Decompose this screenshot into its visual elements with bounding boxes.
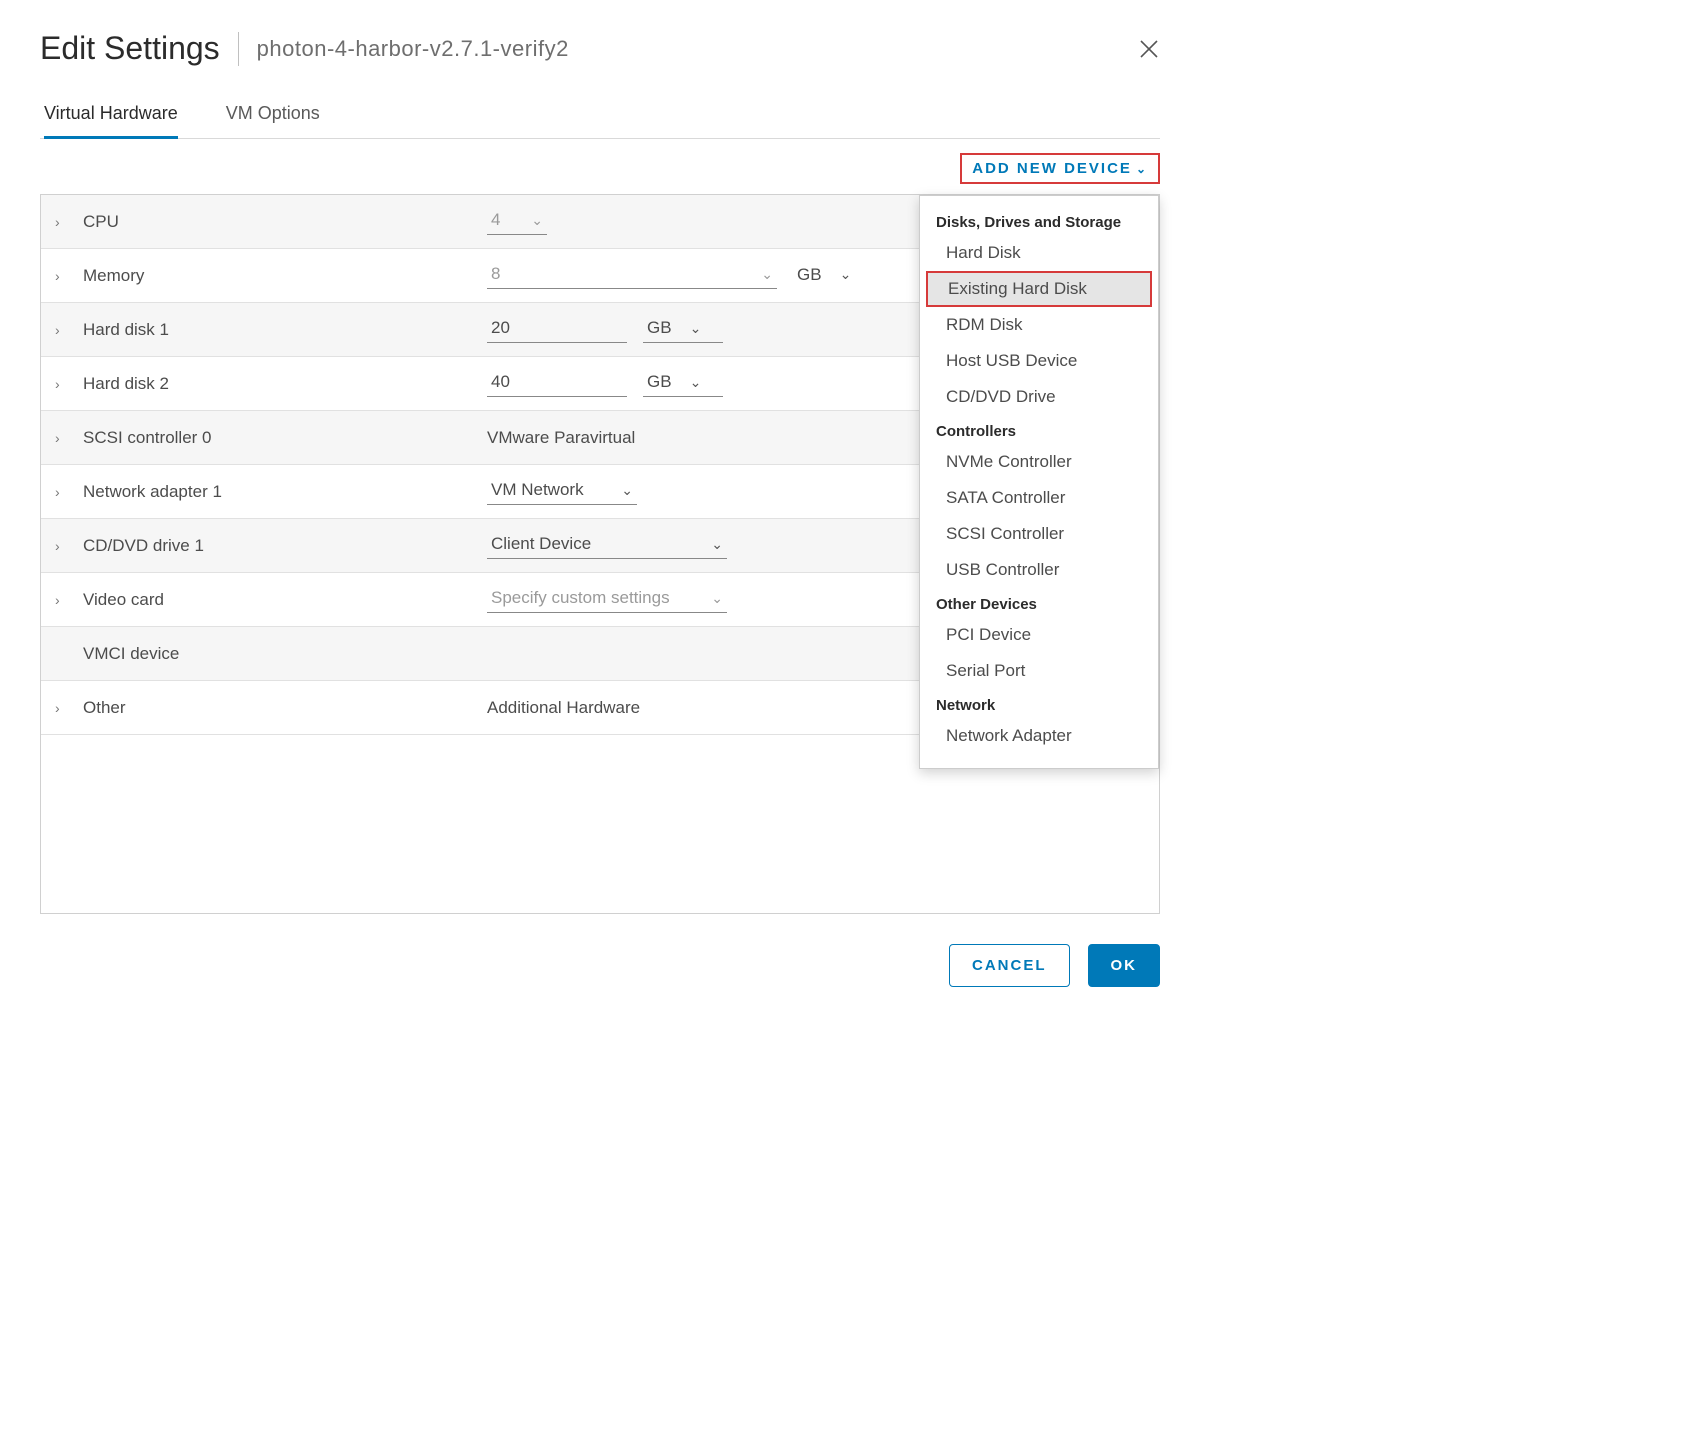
chevron-right-icon: › — [55, 592, 69, 608]
ok-button[interactable]: OK — [1088, 944, 1161, 987]
menu-item-network-adapter[interactable]: Network Adapter — [920, 718, 1158, 754]
toolbar: ADD NEW DEVICE ⌄ — [40, 139, 1160, 194]
add-new-device-menu: Disks, Drives and Storage Hard Disk Exis… — [919, 195, 1159, 769]
chevron-down-icon: ⌄ — [840, 266, 852, 283]
memory-value: 8 — [491, 264, 747, 284]
close-icon[interactable] — [1138, 38, 1160, 60]
cpu-select[interactable]: 4 ⌄ — [487, 208, 547, 235]
add-new-device-label: ADD NEW DEVICE — [972, 160, 1132, 177]
row-label: CD/DVD drive 1 — [83, 536, 473, 556]
menu-section-network: Network — [920, 689, 1158, 718]
add-new-device-button[interactable]: ADD NEW DEVICE ⌄ — [960, 153, 1160, 184]
menu-item-rdm-disk[interactable]: RDM Disk — [920, 307, 1158, 343]
menu-section-disks: Disks, Drives and Storage — [920, 206, 1158, 235]
chevron-down-icon: ⌄ — [711, 536, 723, 553]
tab-vm-options[interactable]: VM Options — [226, 97, 320, 139]
menu-item-cd-dvd-drive[interactable]: CD/DVD Drive — [920, 379, 1158, 415]
chevron-right-icon: › — [55, 484, 69, 500]
row-label: Video card — [83, 590, 473, 610]
chevron-down-icon: ⌄ — [711, 590, 723, 607]
menu-item-usb-controller[interactable]: USB Controller — [920, 552, 1158, 588]
hd2-value: 40 — [491, 372, 623, 392]
dialog-footer: CANCEL OK — [40, 914, 1160, 987]
row-label: Hard disk 1 — [83, 320, 473, 340]
tabs: Virtual Hardware VM Options — [40, 97, 1160, 139]
memory-value-select[interactable]: 8 ⌄ — [487, 262, 777, 289]
hd2-unit-select[interactable]: GB ⌄ — [643, 370, 723, 397]
memory-unit: GB — [797, 265, 822, 285]
video-card-value: Specify custom settings — [491, 588, 697, 608]
row-label: Hard disk 2 — [83, 374, 473, 394]
row-label: CPU — [83, 212, 473, 232]
device-table: › CPU 4 ⌄ › Memory 8 ⌄ GB ⌄ › Hard disk … — [40, 194, 1160, 914]
cd-dvd-select[interactable]: Client Device ⌄ — [487, 532, 727, 559]
menu-item-host-usb-device[interactable]: Host USB Device — [920, 343, 1158, 379]
row-label: Network adapter 1 — [83, 482, 473, 502]
chevron-right-icon: › — [55, 214, 69, 230]
menu-item-pci-device[interactable]: PCI Device — [920, 617, 1158, 653]
memory-unit-select[interactable]: GB ⌄ — [793, 263, 873, 289]
chevron-down-icon: ⌄ — [690, 374, 702, 391]
hd1-unit-select[interactable]: GB ⌄ — [643, 316, 723, 343]
menu-section-other-devices: Other Devices — [920, 588, 1158, 617]
vm-name: photon-4-harbor-v2.7.1-verify2 — [257, 36, 569, 62]
chevron-down-icon: ⌄ — [531, 212, 543, 229]
row-label: Other — [83, 698, 473, 718]
row-label: SCSI controller 0 — [83, 428, 473, 448]
cancel-button[interactable]: CANCEL — [949, 944, 1070, 987]
cpu-value: 4 — [491, 210, 517, 230]
chevron-right-icon: › — [55, 538, 69, 554]
video-card-select[interactable]: Specify custom settings ⌄ — [487, 586, 727, 613]
dialog-title: Edit Settings — [40, 30, 220, 67]
network-adapter-select[interactable]: VM Network ⌄ — [487, 478, 637, 505]
row-label: VMCI device — [83, 644, 473, 664]
hd1-value-input[interactable]: 20 — [487, 316, 627, 343]
chevron-right-icon: › — [55, 322, 69, 338]
menu-item-hard-disk[interactable]: Hard Disk — [920, 235, 1158, 271]
tab-virtual-hardware[interactable]: Virtual Hardware — [44, 97, 178, 139]
menu-item-sata-controller[interactable]: SATA Controller — [920, 480, 1158, 516]
menu-item-scsi-controller[interactable]: SCSI Controller — [920, 516, 1158, 552]
chevron-right-icon: › — [55, 376, 69, 392]
chevron-right-icon: › — [55, 430, 69, 446]
dialog-header-left: Edit Settings photon-4-harbor-v2.7.1-ver… — [40, 30, 569, 67]
dialog-header: Edit Settings photon-4-harbor-v2.7.1-ver… — [40, 30, 1160, 67]
chevron-down-icon: ⌄ — [690, 320, 702, 337]
chevron-right-icon: › — [55, 268, 69, 284]
chevron-down-icon: ⌄ — [1136, 162, 1148, 176]
hd2-value-input[interactable]: 40 — [487, 370, 627, 397]
title-divider — [238, 32, 239, 66]
row-label: Memory — [83, 266, 473, 286]
menu-item-existing-hard-disk[interactable]: Existing Hard Disk — [926, 271, 1152, 307]
cd-dvd-value: Client Device — [491, 534, 697, 554]
chevron-right-icon: › — [55, 700, 69, 716]
menu-item-nvme-controller[interactable]: NVMe Controller — [920, 444, 1158, 480]
hd1-value: 20 — [491, 318, 623, 338]
chevron-down-icon: ⌄ — [621, 482, 633, 499]
chevron-down-icon: ⌄ — [761, 266, 773, 283]
network-adapter-value: VM Network — [491, 480, 607, 500]
menu-item-serial-port[interactable]: Serial Port — [920, 653, 1158, 689]
hd2-unit: GB — [647, 372, 672, 392]
hd1-unit: GB — [647, 318, 672, 338]
menu-section-controllers: Controllers — [920, 415, 1158, 444]
